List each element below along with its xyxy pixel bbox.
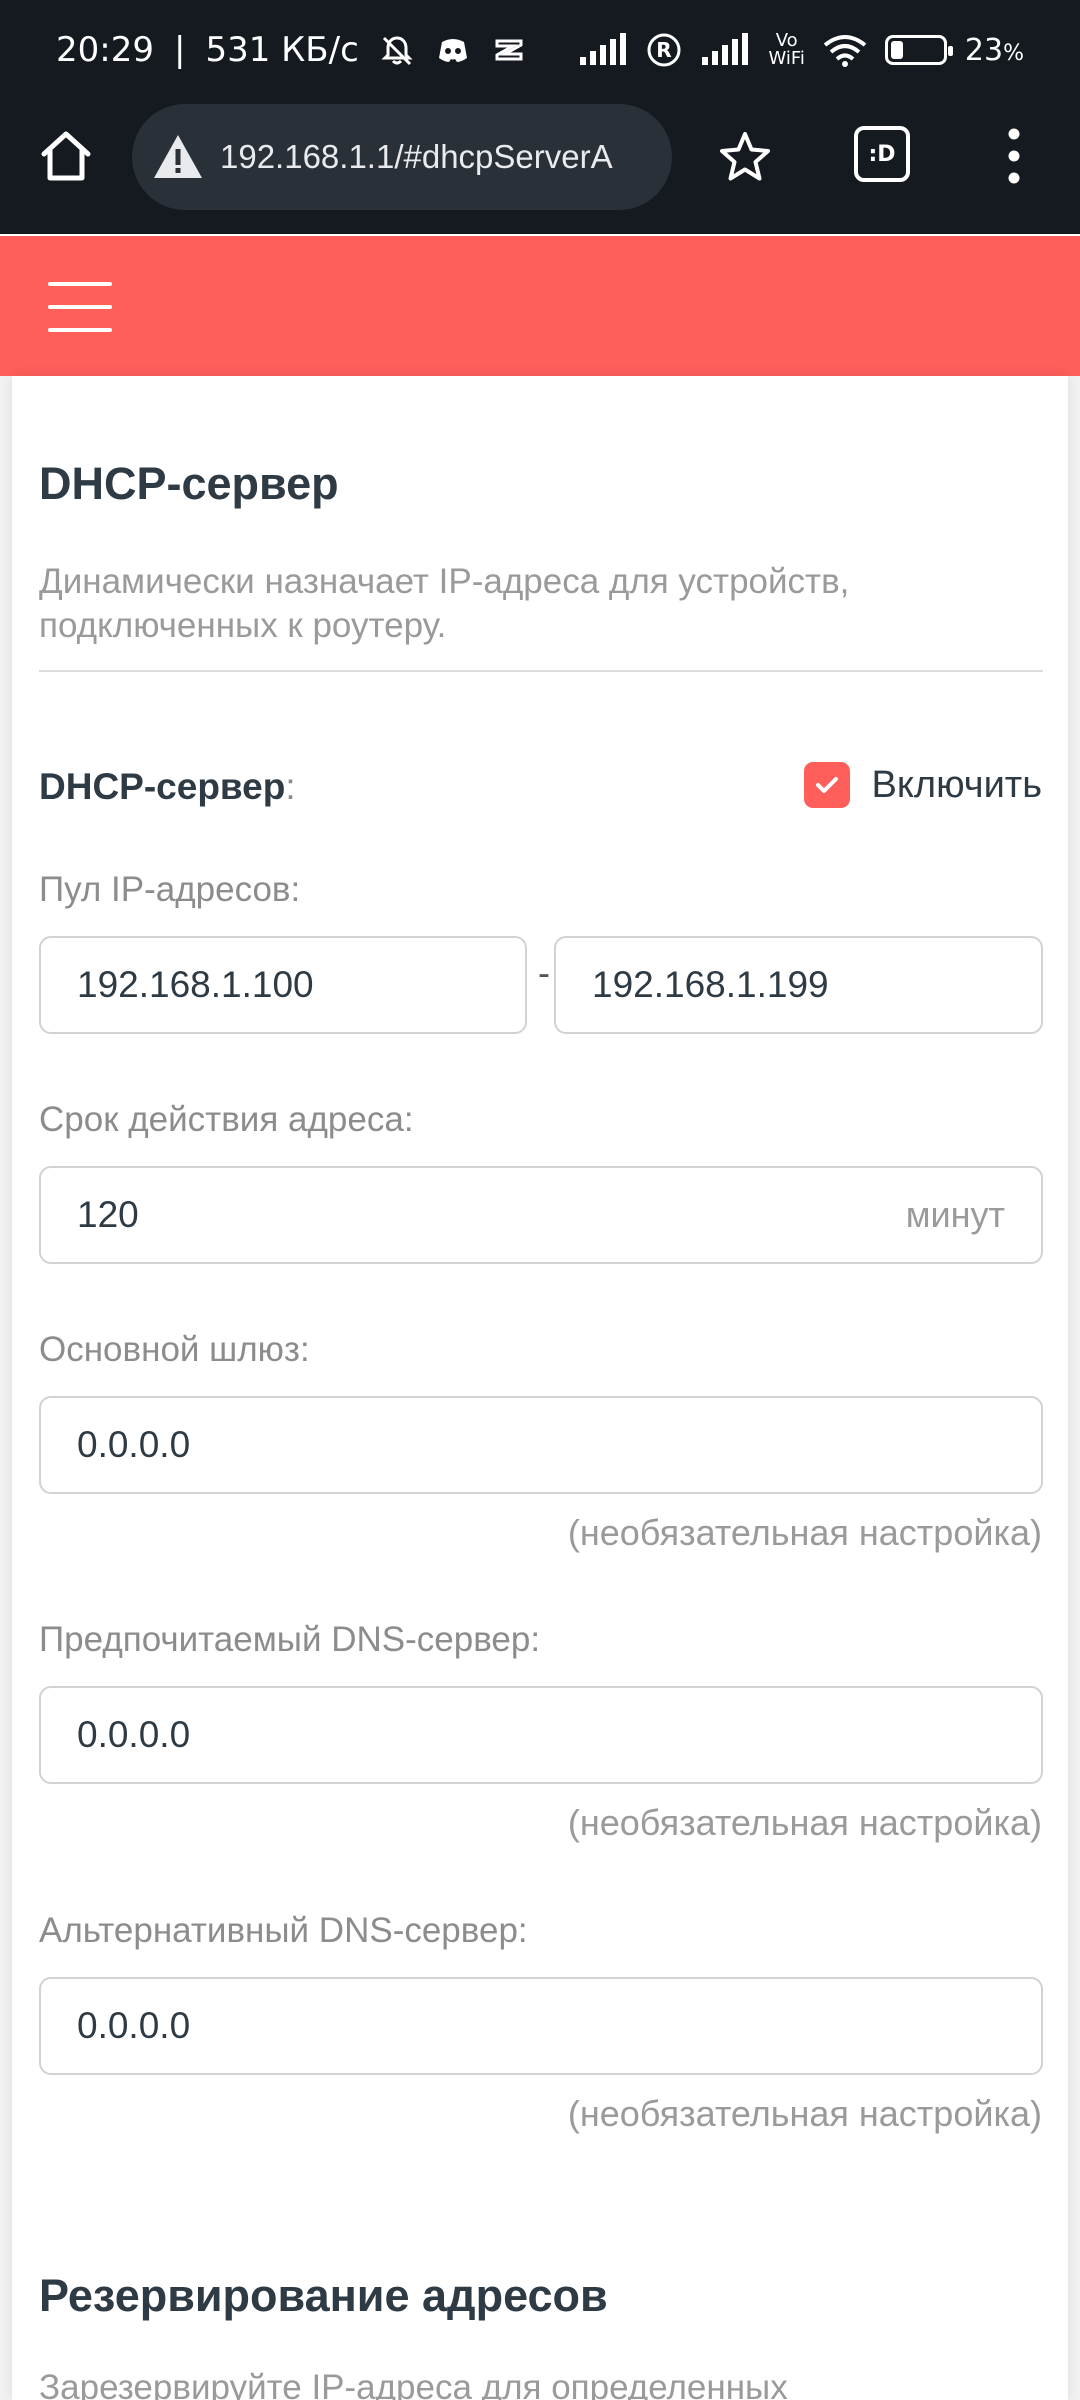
muted-alarm-icon xyxy=(381,36,413,66)
vowifi-icon: Vo WiFi xyxy=(768,30,805,69)
dns-secondary-hint: (необязательная настройка) xyxy=(567,2093,1042,2134)
dhcp-enable-checkbox[interactable] xyxy=(803,762,850,808)
tabs-count: :D xyxy=(868,141,896,167)
roaming-icon: R xyxy=(647,33,681,67)
dns-secondary-input[interactable]: 0.0.0.0 xyxy=(39,1977,1043,2075)
dhcp-enable-label[interactable]: Включить xyxy=(872,764,1042,807)
signal-icon-2 xyxy=(702,33,749,65)
wifi-icon xyxy=(823,35,867,67)
capcut-icon xyxy=(495,39,523,61)
more-vert-icon[interactable] xyxy=(1000,124,1028,188)
dns-primary-label: Предпочитаемый DNS-сервер: xyxy=(39,1620,541,1659)
reservation-description: Зарезервируйте IP-адреса для определенны… xyxy=(39,2368,788,2400)
dhcp-enable-toggle[interactable]: Включить xyxy=(803,762,1042,808)
battery-percent: 23% xyxy=(964,32,1024,68)
dns-secondary-label: Альтернативный DNS-сервер: xyxy=(39,1911,528,1950)
dhcp-server-label: DHCP-сервер: xyxy=(39,766,296,807)
page-title: DHCP-сервер xyxy=(39,458,339,509)
url-text[interactable]: 192.168.1.1/#dhcpServerA xyxy=(220,138,613,176)
battery-icon xyxy=(884,35,953,65)
gateway-input[interactable]: 0.0.0.0 xyxy=(39,1396,1043,1494)
lease-time-unit: минут xyxy=(905,1194,1005,1235)
lease-time-input[interactable]: 120 минут xyxy=(39,1166,1043,1264)
status-separator: | xyxy=(173,30,186,70)
discord-icon xyxy=(438,39,467,62)
app-header xyxy=(0,236,1080,376)
page-description: Динамически назначает IP-адреса для устр… xyxy=(39,562,850,645)
address-bar[interactable]: 192.168.1.1/#dhcpServerA xyxy=(132,104,672,210)
ip-pool-separator: - xyxy=(538,952,550,993)
network-speed: 531 КБ/с xyxy=(205,30,359,70)
dns-primary-value[interactable]: 0.0.0.0 xyxy=(77,1714,190,1756)
gateway-value[interactable]: 0.0.0.0 xyxy=(77,1424,190,1466)
ip-pool-start-value[interactable]: 192.168.1.100 xyxy=(77,964,314,1006)
dns-primary-hint: (необязательная настройка) xyxy=(567,1802,1042,1843)
battery-level xyxy=(890,41,903,59)
ip-pool-end-value[interactable]: 192.168.1.199 xyxy=(592,964,829,1006)
status-bar: 20:29 | 531 КБ/с R Vo WiFi 23% xyxy=(0,0,1080,100)
tabs-button[interactable]: :D xyxy=(854,126,910,182)
status-time: 20:29 xyxy=(56,30,154,70)
lease-time-value[interactable]: 120 xyxy=(77,1194,139,1236)
lease-time-label: Срок действия адреса: xyxy=(39,1100,414,1139)
dns-secondary-value[interactable]: 0.0.0.0 xyxy=(77,2005,190,2047)
reservation-title: Резервирование адресов xyxy=(39,2270,608,2321)
browser-toolbar: 192.168.1.1/#dhcpServerA :D xyxy=(0,100,1080,234)
ip-pool-start-input[interactable]: 192.168.1.100 xyxy=(39,936,527,1034)
checkmark-icon xyxy=(815,777,838,793)
divider xyxy=(39,670,1043,672)
gateway-hint: (необязательная настройка) xyxy=(567,1512,1042,1553)
warning-icon[interactable] xyxy=(152,131,204,183)
dns-primary-input[interactable]: 0.0.0.0 xyxy=(39,1686,1043,1784)
status-bar-left: 20:29 | 531 КБ/с xyxy=(56,30,527,70)
bookmark-star-icon[interactable] xyxy=(716,128,774,186)
ip-pool-end-input[interactable]: 192.168.1.199 xyxy=(554,936,1043,1034)
signal-icon xyxy=(580,33,627,65)
gateway-label: Основной шлюз: xyxy=(39,1330,310,1369)
status-bar-right: R Vo WiFi 23% xyxy=(578,32,1024,68)
menu-icon[interactable] xyxy=(48,282,112,332)
svg-text:R: R xyxy=(657,38,672,62)
home-icon[interactable] xyxy=(38,128,94,184)
ip-pool-label: Пул IP-адресов: xyxy=(39,870,301,909)
